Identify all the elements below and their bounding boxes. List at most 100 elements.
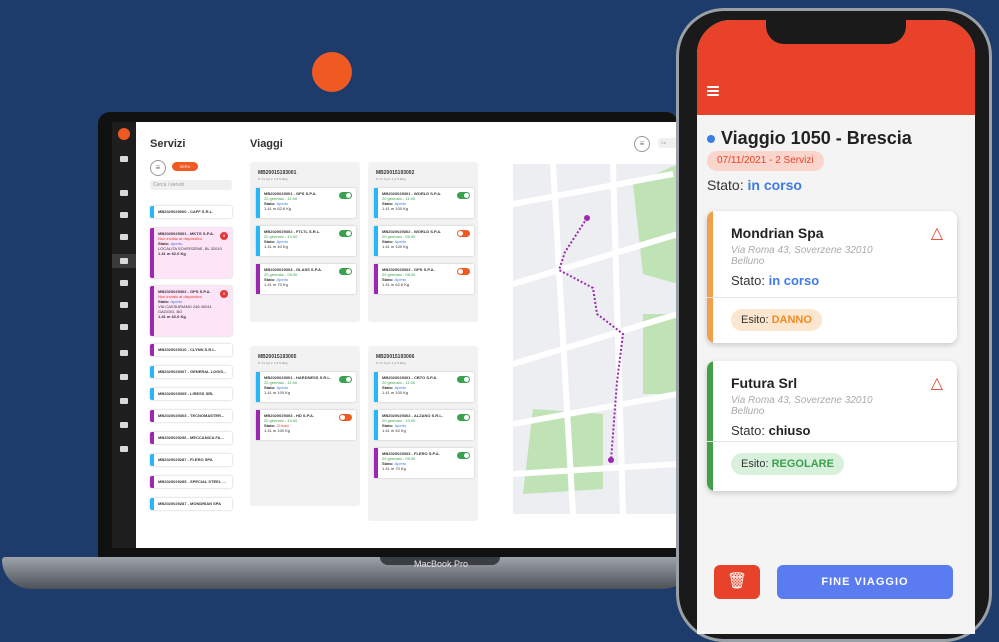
- service-item[interactable]: MB2020029285 - SPECIAL STEEL ...: [150, 476, 232, 488]
- service-item[interactable]: MB2020029060 - CAFF S.R.L.: [150, 206, 232, 218]
- trip-column: MB20015193001 P: 21 Kg V: 1,6 N.Mkg MB2020…: [250, 162, 360, 322]
- service-item[interactable]: MB2020029296 - MECCANICA FA...: [150, 432, 232, 444]
- card-color-bar: [256, 410, 260, 440]
- calendar-icon[interactable]: [120, 280, 128, 286]
- esito-value: REGOLARE: [771, 458, 834, 470]
- service-code: MB2020029296 - MECCANICA FA...: [158, 435, 224, 440]
- gear-icon[interactable]: [120, 422, 128, 428]
- trip-service-card[interactable]: MB2020029303 - GLASS S.P.A. 20 gennaio - …: [256, 264, 356, 294]
- user-icon[interactable]: [120, 156, 128, 162]
- trip-service-card[interactable]: MB2020029302 - WORLD S.P.A. 20 gennaio - …: [374, 226, 474, 256]
- status-toggle[interactable]: [339, 230, 352, 237]
- service-status: Stato: in corso: [731, 273, 819, 288]
- trip-service-card[interactable]: MB2020029303 - FLERO S.P.A. 20 gennaio - …: [374, 448, 474, 478]
- service-item[interactable]: MB2020029305 - LIRESS SRL: [150, 388, 232, 400]
- car-icon[interactable]: [120, 324, 128, 330]
- status-toggle[interactable]: [457, 414, 470, 421]
- status-toggle[interactable]: [339, 192, 352, 199]
- service-code: MB2020029303 - TECNOMASTER...: [158, 413, 225, 418]
- status-toggle[interactable]: [457, 230, 470, 237]
- card-meta: 1.41 m 70 Kg: [382, 466, 406, 471]
- route-map[interactable]: [513, 164, 678, 514]
- card-color-bar: [374, 188, 378, 218]
- service-address: Via Roma 43, Soverzene 32010 Belluno: [731, 395, 873, 417]
- card-color-bar: [374, 448, 378, 478]
- app-logo-icon[interactable]: [118, 128, 130, 140]
- hamburger-icon[interactable]: [707, 86, 719, 96]
- alert-triangle-icon[interactable]: △: [931, 223, 943, 243]
- service-code: MB2020029060 - CAFF S.R.L.: [158, 209, 214, 214]
- servizi-search-input[interactable]: Cerca i servizi: [150, 180, 232, 190]
- trip-service-card[interactable]: MB2020029301 - WORLD S.P.A. 20 gennaio - …: [374, 188, 474, 218]
- trip-code: MB20015193005: [258, 354, 297, 360]
- trip-service-card[interactable]: MB2020029302 - ALZANO S.R.L. 20 gennaio -…: [374, 410, 474, 440]
- trip-title: Viaggio 1050 - Brescia: [707, 128, 912, 149]
- laptop-brand-label: MacBook Pro: [414, 559, 469, 569]
- card-accent-bar: [707, 361, 713, 491]
- service-item[interactable]: MB2020029301 - MKTG S.P.A. Non inviato al…: [150, 228, 232, 278]
- trip-service-card[interactable]: MB2020029303 - GPS S.P.A. 20 gennaio - 08…: [374, 264, 474, 294]
- service-item[interactable]: MB2020029287 - FLERO SPA: [150, 454, 232, 466]
- card-color-bar: [256, 226, 260, 256]
- trip-service-card[interactable]: MB2020029302 - FTLTL S.R.L. 20 gennaio - …: [256, 226, 356, 256]
- trip-status-value: in corso: [747, 177, 802, 193]
- laptop-screen: Servizi ≡ SERV Cerca i servizi MB2020029…: [112, 122, 678, 548]
- service-item[interactable]: MB2020029310 - CLYNN S.R.L.: [150, 344, 232, 356]
- trip-status: Stato: in corso: [707, 177, 802, 193]
- people-icon[interactable]: [120, 350, 128, 356]
- ticket-icon[interactable]: [120, 374, 128, 380]
- trip-service-card[interactable]: MB2020029301 - CBTO S.P.A. 20 gennaio - 1…: [374, 372, 474, 402]
- status-toggle[interactable]: [339, 268, 352, 275]
- status-dot: [707, 135, 715, 144]
- service-item[interactable]: MB2020029287 - MONDRIAN SPA: [150, 498, 232, 510]
- status-toggle[interactable]: [457, 268, 470, 275]
- service-address: Via Roma 43, Soverzene 32010 Belluno: [731, 245, 873, 267]
- card-meta: 1.41 m 100 Kg: [264, 428, 291, 433]
- service-color-bar: [150, 454, 154, 466]
- file-icon[interactable]: [120, 398, 128, 404]
- trip-service-card[interactable]: MB2020029303 - HD S.P.A. 20 gennaio - 10:…: [256, 410, 356, 440]
- trip-code: MB20015193006: [376, 354, 415, 360]
- service-card[interactable]: Mondrian Spa Via Roma 43, Soverzene 32010…: [707, 211, 957, 343]
- service-card[interactable]: Futura Srl Via Roma 43, Soverzene 32010 B…: [707, 361, 957, 491]
- date-pill: 07/11/2021 - 2 Servizi: [707, 151, 824, 171]
- notification-badge: 8: [220, 232, 228, 240]
- status-toggle[interactable]: [457, 452, 470, 459]
- service-color-bar: [150, 286, 154, 336]
- document-icon[interactable]: [120, 190, 128, 196]
- delete-button[interactable]: 🗑: [714, 565, 760, 599]
- status-toggle[interactable]: [339, 414, 352, 421]
- tag-icon[interactable]: [120, 258, 128, 264]
- calculator-icon[interactable]: [120, 212, 128, 218]
- esito-badge: Esito: REGOLARE: [731, 453, 844, 475]
- viaggi-title: Viaggi: [250, 138, 283, 150]
- status-toggle[interactable]: [457, 192, 470, 199]
- alert-triangle-icon[interactable]: △: [931, 373, 943, 393]
- service-color-bar: [150, 228, 154, 278]
- service-item[interactable]: MB2020029303 - TECNOMASTER...: [150, 410, 232, 422]
- status-toggle[interactable]: [339, 376, 352, 383]
- status-toggle[interactable]: [457, 376, 470, 383]
- filter-icon[interactable]: ≡: [150, 160, 166, 176]
- card-color-bar: [374, 264, 378, 294]
- trip-service-card[interactable]: MB2020029301 - GPS S.P.A. 20 gennaio - 11…: [256, 188, 356, 218]
- end-trip-button[interactable]: FINE VIAGGIO: [777, 565, 953, 599]
- service-item[interactable]: MB2020029307 - GENERAL LOGIS...: [150, 366, 232, 378]
- laptop-icon[interactable]: [120, 446, 128, 452]
- servizi-title: Servizi: [150, 138, 186, 150]
- truck-icon[interactable]: [120, 234, 128, 240]
- service-code: MB2020029287 - MONDRIAN SPA: [158, 501, 222, 506]
- card-meta: 1.41 m 62.6 Kg: [264, 206, 292, 211]
- service-code: MB2020029287 - FLERO SPA: [158, 457, 213, 462]
- esito-label: Esito:: [741, 314, 769, 326]
- service-item[interactable]: MB2020029302 - GPS S.P.A. Non inviato al …: [150, 286, 232, 336]
- card-color-bar: [256, 188, 260, 218]
- viaggi-filter-icon[interactable]: ≡: [634, 136, 650, 152]
- trip-column: MB20015193005 P: 21 Kg V: 1,6 N.Mkg MB2020…: [250, 346, 360, 506]
- viaggi-search-input[interactable]: Ce: [658, 138, 678, 148]
- trip-service-card[interactable]: MB2020029301 - HARDNESS S.R.L. 20 gennaio…: [256, 372, 356, 402]
- mobile-icon[interactable]: [120, 302, 128, 308]
- card-divider: [707, 297, 957, 298]
- esito-badge: Esito: DANNO: [731, 309, 822, 331]
- servizi-pill[interactable]: SERV: [172, 162, 198, 171]
